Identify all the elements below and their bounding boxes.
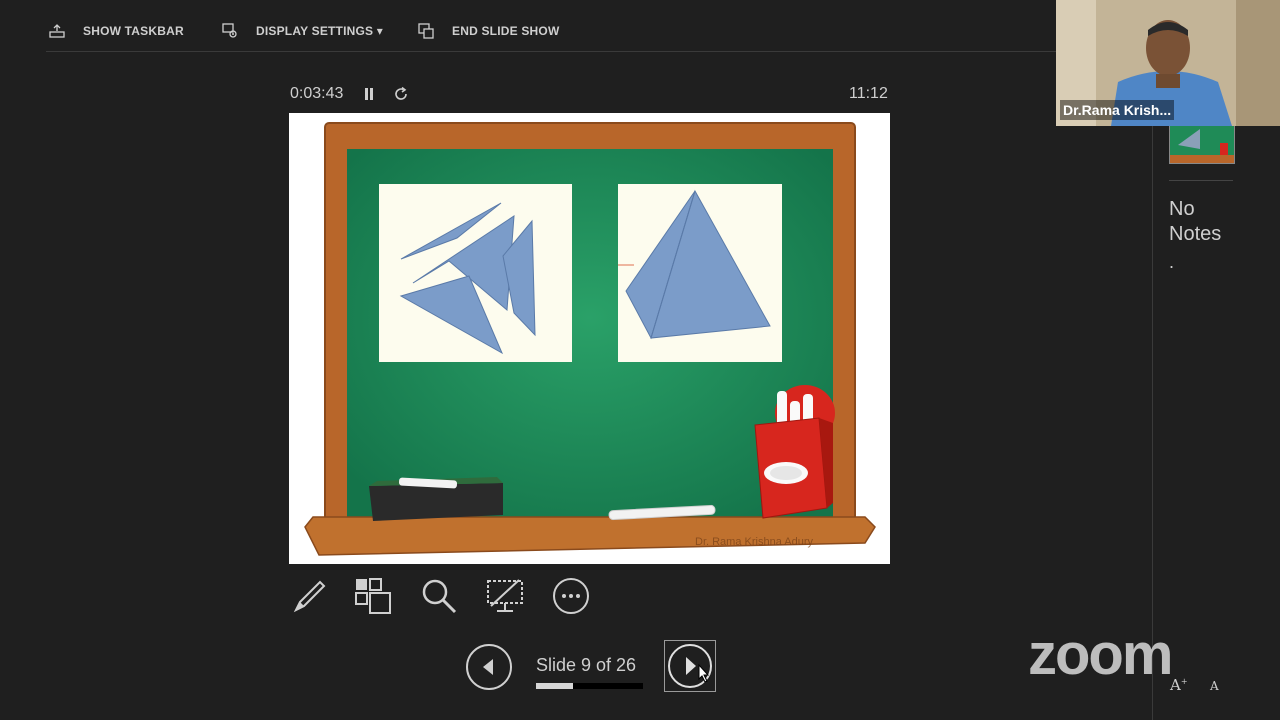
slide-progress-fill bbox=[536, 683, 574, 689]
show-taskbar-button[interactable]: SHOW TASKBAR bbox=[49, 22, 184, 40]
font-increase-label: A bbox=[1170, 676, 1181, 694]
current-time: 11:12 bbox=[849, 85, 888, 102]
font-decrease-button[interactable]: A bbox=[1210, 679, 1219, 693]
previous-slide-button[interactable] bbox=[465, 643, 513, 691]
thumbnail-illustration bbox=[1170, 125, 1234, 163]
slide-credit: Dr. Rama Krishna Adury bbox=[695, 536, 813, 548]
participant-video[interactable]: Dr.Rama Krish... bbox=[1056, 0, 1280, 126]
next-slide-button[interactable] bbox=[664, 640, 716, 692]
display-settings-label: DISPLAY SETTINGS ▾ bbox=[256, 24, 383, 38]
pause-timer-icon[interactable] bbox=[363, 86, 375, 102]
display-settings-icon bbox=[222, 23, 237, 38]
thumbnail-divider bbox=[1169, 180, 1233, 181]
chalkboard-illustration: Dr. Rama Krishna Adury bbox=[304, 122, 876, 556]
pen-tool-icon[interactable] bbox=[290, 576, 330, 616]
slide-counter[interactable]: Slide 9 of 26 bbox=[536, 655, 636, 676]
toolbar-divider bbox=[46, 51, 1056, 52]
eraser bbox=[369, 483, 503, 521]
slide-progress-bar bbox=[536, 683, 643, 689]
zoom-logo-icon: zoom bbox=[1028, 630, 1173, 680]
black-screen-icon[interactable] bbox=[485, 576, 525, 616]
taskbar-icon bbox=[49, 24, 65, 38]
current-slide: Dr. Rama Krishna Adury bbox=[289, 113, 890, 564]
svg-text:zoom: zoom bbox=[1028, 630, 1171, 680]
show-taskbar-label: SHOW TASKBAR bbox=[83, 24, 184, 38]
presenter-toolbar: SHOW TASKBAR DISPLAY SETTINGS ▾ END SLID… bbox=[0, 0, 1056, 60]
next-slide-thumbnail[interactable] bbox=[1169, 124, 1235, 164]
see-all-slides-icon[interactable] bbox=[353, 576, 393, 616]
elapsed-timer: 0:03:43 bbox=[290, 85, 344, 102]
speaker-notes-trailing: . bbox=[1169, 252, 1175, 272]
end-show-icon bbox=[418, 23, 434, 39]
zoom-magnifier-icon[interactable] bbox=[419, 576, 459, 616]
end-slide-show-label: END SLIDE SHOW bbox=[452, 24, 560, 38]
mouse-cursor-icon bbox=[698, 663, 710, 683]
display-settings-button[interactable]: DISPLAY SETTINGS ▾ bbox=[222, 22, 383, 40]
font-decrease-label: A bbox=[1210, 679, 1219, 693]
end-slide-show-button[interactable]: END SLIDE SHOW bbox=[418, 22, 559, 40]
font-increase-button[interactable]: A+ bbox=[1170, 676, 1188, 694]
more-options-icon[interactable] bbox=[551, 576, 591, 616]
reset-timer-icon[interactable] bbox=[393, 86, 409, 102]
next-arrow-icon bbox=[668, 644, 712, 688]
speaker-notes: No Notes bbox=[1169, 198, 1222, 245]
participant-name: Dr.Rama Krish... bbox=[1060, 100, 1175, 120]
